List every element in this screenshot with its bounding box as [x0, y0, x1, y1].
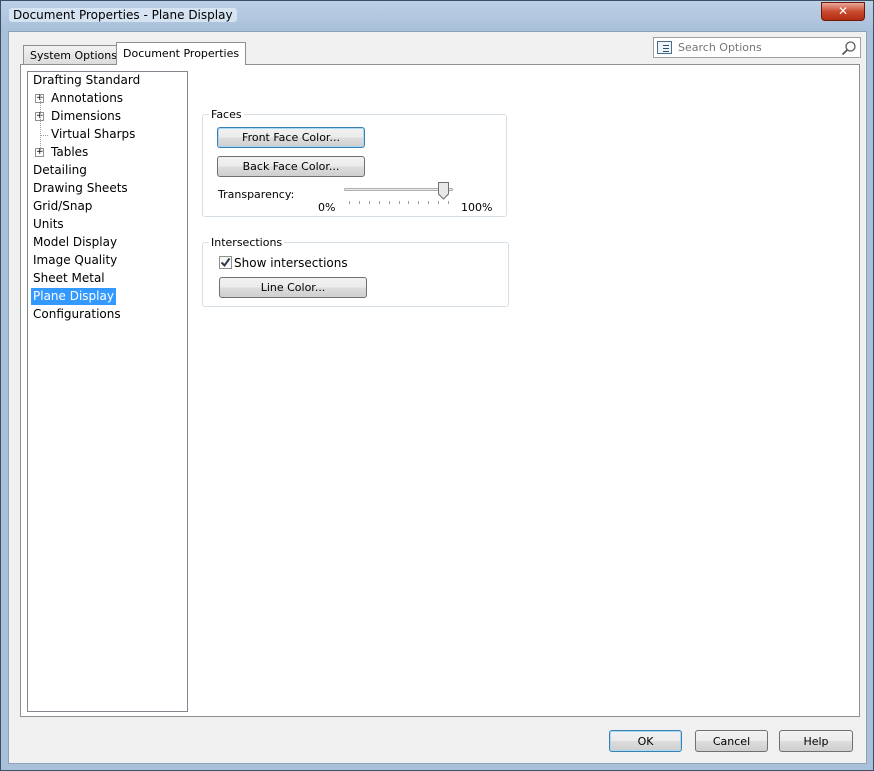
title-bar[interactable]: Document Properties - Plane Display ✕: [1, 1, 873, 31]
tab-content-panel: Drafting Standard + Annotations + Dimensions…: [20, 64, 860, 717]
tree-item[interactable]: Tables: [49, 144, 90, 161]
window-title: Document Properties - Plane Display: [9, 8, 237, 22]
options-tree[interactable]: Drafting Standard + Annotations + Dimensions…: [27, 71, 188, 712]
tree-item[interactable]: Grid/Snap: [31, 198, 94, 215]
tab-document-properties[interactable]: Document Properties: [116, 42, 247, 65]
back-face-color-button[interactable]: Back Face Color...: [217, 156, 365, 177]
tree-item[interactable]: Sheet Metal: [31, 270, 107, 287]
tree-item[interactable]: Units: [31, 216, 66, 233]
tree-item[interactable]: Image Quality: [31, 252, 119, 269]
close-icon: ✕: [837, 4, 849, 18]
slider-tick: [368, 201, 370, 204]
tree-item[interactable]: Detailing: [31, 162, 89, 179]
close-button[interactable]: ✕: [821, 2, 865, 21]
intersections-group: Intersections Show intersections Line Co…: [202, 237, 509, 307]
tree-item[interactable]: Virtual Sharps: [49, 126, 137, 143]
show-intersections-checkbox[interactable]: [219, 256, 232, 269]
slider-tick: [408, 201, 410, 204]
tree-connector: [40, 94, 41, 150]
slider-tick: [398, 201, 400, 204]
slider-tick: [388, 201, 390, 204]
transparency-max-label: 100%: [461, 201, 493, 214]
search-box[interactable]: [653, 37, 861, 58]
transparency-min-label: 0%: [318, 201, 336, 214]
slider-tick: [358, 201, 360, 204]
slider-tick: [428, 201, 430, 204]
tree-item[interactable]: Dimensions: [49, 108, 123, 125]
ok-button[interactable]: OK: [609, 730, 682, 752]
tab-system-options[interactable]: System Options: [23, 45, 124, 64]
search-icon[interactable]: [841, 40, 857, 56]
transparency-slider[interactable]: [343, 182, 455, 206]
tree-connector: [40, 135, 48, 136]
cancel-button[interactable]: Cancel: [695, 730, 768, 752]
tree-item[interactable]: Drafting Standard: [31, 72, 142, 89]
transparency-label: Transparency:: [218, 188, 295, 201]
search-input[interactable]: [676, 39, 836, 56]
front-face-color-button[interactable]: Front Face Color...: [217, 127, 365, 148]
tree-item[interactable]: Configurations: [31, 306, 123, 323]
search-options-list-icon[interactable]: [657, 41, 672, 54]
tree-item[interactable]: Drawing Sheets: [31, 180, 130, 197]
tree-item[interactable]: Plane Display: [31, 288, 116, 305]
slider-thumb[interactable]: [438, 182, 450, 200]
tree-item[interactable]: Annotations: [49, 90, 125, 107]
slider-tick: [448, 201, 449, 204]
faces-group: Faces Front Face Color... Back Face Colo…: [202, 109, 507, 217]
dialog-window: Document Properties - Plane Display ✕ Sy…: [0, 0, 874, 771]
intersections-group-label: Intersections: [209, 236, 285, 249]
slider-tick: [438, 201, 440, 204]
help-button[interactable]: Help: [779, 730, 853, 752]
show-intersections-label[interactable]: Show intersections: [234, 256, 348, 270]
slider-tick: [418, 201, 420, 204]
faces-group-label: Faces: [209, 108, 244, 121]
slider-tick: [349, 201, 350, 204]
tree-item[interactable]: Model Display: [31, 234, 119, 251]
slider-tick: [378, 201, 380, 204]
slider-track: [344, 188, 453, 191]
line-color-button[interactable]: Line Color...: [219, 277, 367, 298]
checkmark-icon: [220, 257, 231, 268]
dialog-client-area: System Options Document Properties Draft…: [8, 31, 867, 764]
